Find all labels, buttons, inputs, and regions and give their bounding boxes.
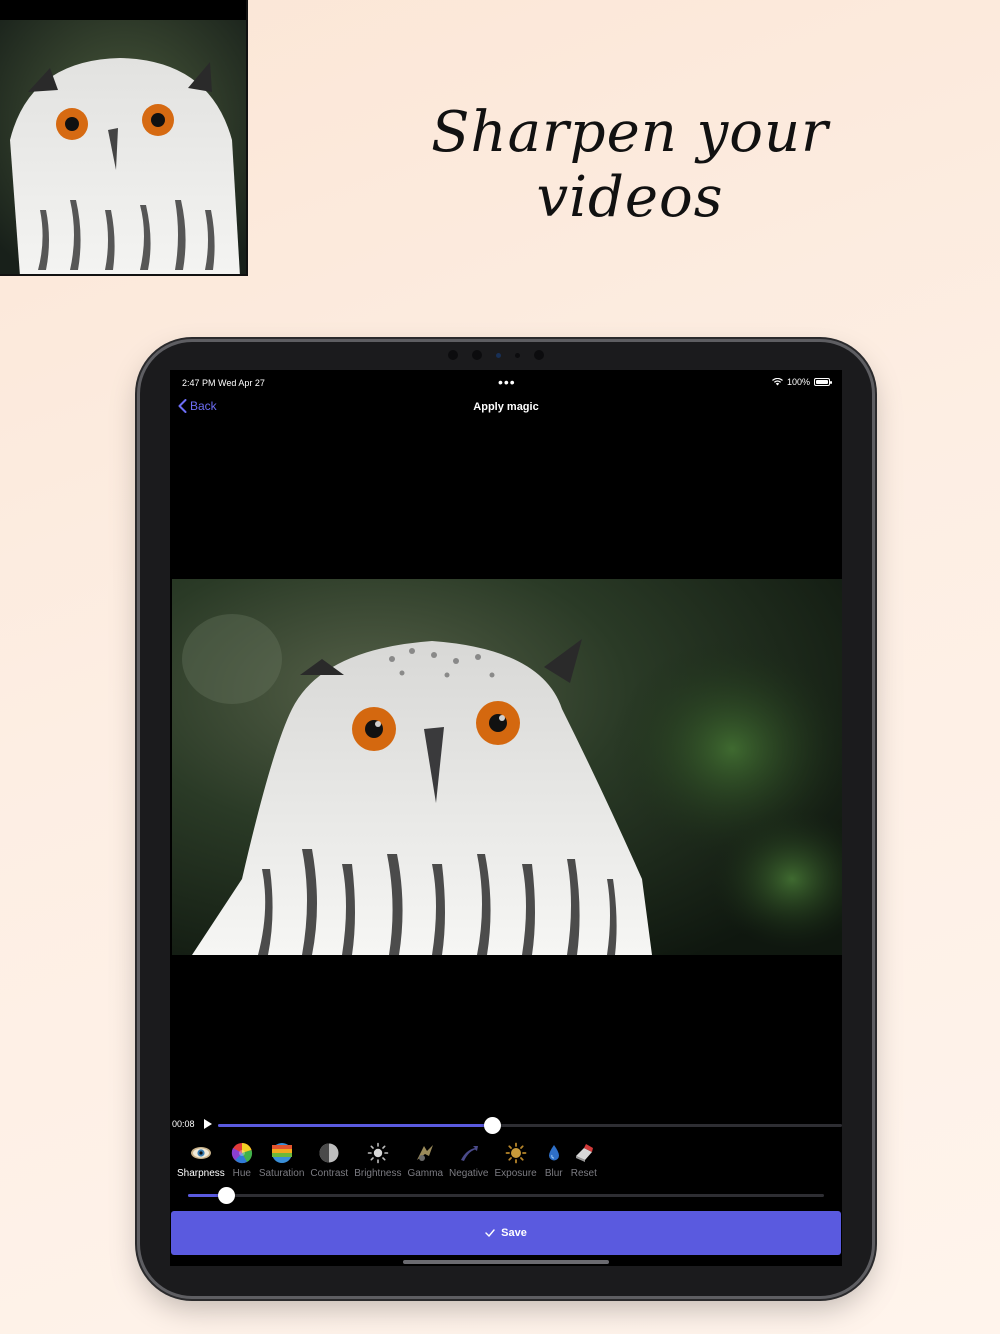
- tool-label: Exposure: [494, 1168, 537, 1179]
- eye-icon: [190, 1142, 212, 1164]
- battery-icon: [814, 378, 832, 386]
- camera-dot: [472, 350, 482, 360]
- play-icon[interactable]: [204, 1119, 212, 1129]
- tool-label: Blur: [544, 1168, 563, 1179]
- status-time: 2:47 PM Wed Apr 27: [182, 378, 265, 388]
- page-title: Apply magic: [473, 401, 539, 413]
- save-label: Save: [501, 1227, 527, 1239]
- tool-negative[interactable]: Negative: [446, 1142, 491, 1179]
- preview-thumbnail: [0, 0, 248, 276]
- negative-icon: [458, 1142, 480, 1164]
- tool-label: Sharpness: [177, 1168, 225, 1179]
- tool-label: Brightness: [354, 1168, 402, 1179]
- color-wheel-icon: [231, 1142, 253, 1164]
- tool-hue[interactable]: Hue: [228, 1142, 256, 1179]
- camera-dot: [534, 350, 544, 360]
- camera-dot: [448, 350, 458, 360]
- water-drop-icon: [543, 1142, 565, 1164]
- tool-reset[interactable]: Reset: [568, 1142, 600, 1179]
- seek-progress: [218, 1124, 493, 1127]
- camera-sensor: [496, 352, 501, 358]
- tool-label: Hue: [232, 1168, 251, 1179]
- seek-handle[interactable]: [484, 1117, 502, 1134]
- tool-exposure[interactable]: Exposure: [491, 1142, 539, 1179]
- wifi-icon: [771, 378, 783, 386]
- owl-thumbnail-image: [0, 20, 246, 274]
- tool-gamma[interactable]: Gamma: [404, 1142, 446, 1179]
- tool-label: Reset: [570, 1168, 597, 1179]
- owl-video-frame: [172, 579, 842, 955]
- adjustment-slider[interactable]: [188, 1187, 824, 1204]
- camera-array: [448, 348, 568, 362]
- timecode: 00:08: [172, 1119, 195, 1129]
- status-right: 100%: [771, 377, 832, 387]
- checkmark-icon: [485, 1229, 495, 1237]
- playback-controls: 00:08: [170, 1116, 842, 1134]
- tool-blur[interactable]: Blur: [540, 1142, 568, 1179]
- video-preview[interactable]: [172, 579, 842, 955]
- gamma-icon: [414, 1142, 436, 1164]
- thumbnail-top-bar: [0, 0, 246, 20]
- tool-brightness[interactable]: Brightness: [351, 1142, 404, 1179]
- tool-label: Saturation: [258, 1168, 305, 1179]
- adjustment-handle[interactable]: [217, 1187, 235, 1204]
- eraser-icon: [573, 1142, 595, 1164]
- tool-label: Contrast: [310, 1168, 349, 1179]
- sun-icon: [367, 1142, 389, 1164]
- rainbow-icon: [271, 1142, 293, 1164]
- camera-sensor: [515, 352, 520, 358]
- app-screen: 2:47 PM Wed Apr 27 ••• 100% Back Apply m…: [170, 370, 842, 1266]
- seek-bar[interactable]: [218, 1117, 842, 1134]
- tool-contrast[interactable]: Contrast: [307, 1142, 351, 1179]
- tool-label: Gamma: [407, 1168, 444, 1179]
- home-indicator: [403, 1260, 609, 1264]
- multitask-dots[interactable]: •••: [498, 374, 516, 390]
- navigation-bar: Back Apply magic: [170, 396, 842, 422]
- tool-label: Negative: [449, 1168, 489, 1179]
- battery-percent: 100%: [786, 377, 810, 387]
- tool-sharpness[interactable]: Sharpness: [174, 1142, 228, 1179]
- status-bar: 2:47 PM Wed Apr 27 ••• 100%: [170, 370, 842, 394]
- hero-headline: Sharpen your videos: [431, 100, 829, 230]
- save-button[interactable]: Save: [171, 1211, 841, 1255]
- tool-saturation[interactable]: Saturation: [256, 1142, 308, 1179]
- contrast-icon: [318, 1142, 340, 1164]
- adjustment-toolbar: Sharpness Hue Saturation Contrast Brightness…: [174, 1142, 600, 1179]
- exposure-icon: [505, 1142, 527, 1164]
